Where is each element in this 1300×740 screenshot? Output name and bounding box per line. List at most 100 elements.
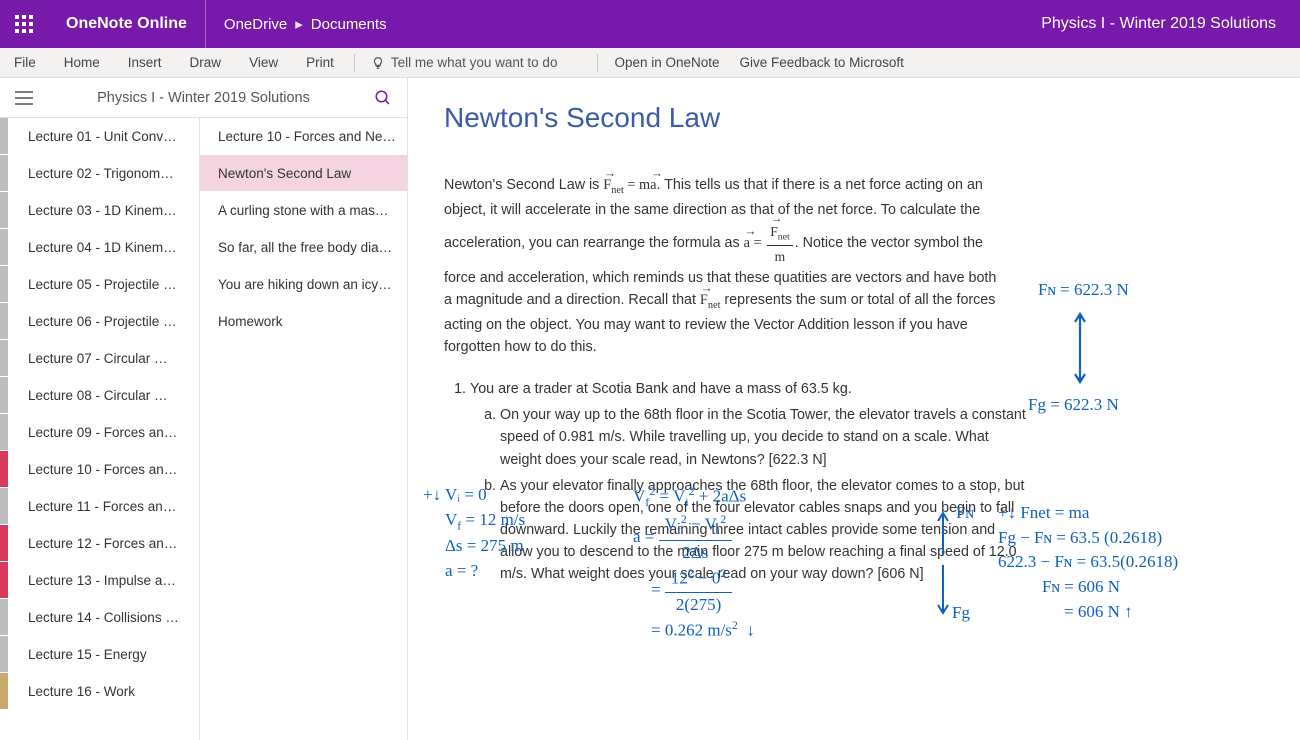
section-color-tab [0,599,8,635]
equation-a-fnet-over-m: a = Fnetm [744,235,795,251]
ink-kin-4: = 0.262 m/s2 ↓ [633,617,755,643]
search-button[interactable] [359,89,407,107]
tab-draw[interactable]: Draw [176,48,236,78]
section-item[interactable]: Lecture 07 - Circular … [0,340,199,377]
section-color-tab [0,451,8,487]
page-item[interactable]: Lecture 10 - Forces and Ne… [200,118,407,155]
section-item[interactable]: Lecture 15 - Energy [0,636,199,673]
breadcrumb-folder[interactable]: Documents [311,16,387,33]
ink-fbd2-fg: Fg [952,601,970,626]
section-color-tab [0,340,8,376]
section-item[interactable]: Lecture 13 - Impulse a… [0,562,199,599]
section-color-tab [0,562,8,598]
waffle-icon [15,15,33,33]
section-label: Lecture 09 - Forces an… [28,425,177,440]
page-item[interactable]: So far, all the free body dia… [200,229,407,266]
hamburger-icon [15,91,33,105]
section-item[interactable]: Lecture 05 - Projectile … [0,266,199,303]
nav-toggle-button[interactable] [0,91,48,105]
divider [354,54,355,72]
section-label: Lecture 16 - Work [28,684,135,699]
lightbulb-icon [371,56,385,70]
ink-fbd1-fn: Fɴ = 622.3 N [1038,278,1129,303]
tab-home[interactable]: Home [50,48,114,78]
tab-view[interactable]: View [235,48,292,78]
section-color-tab [0,155,8,191]
give-feedback-link[interactable]: Give Feedback to Microsoft [730,48,914,78]
app-launcher-button[interactable] [0,0,48,48]
tab-insert[interactable]: Insert [114,48,176,78]
section-color-tab [0,636,8,672]
page-title[interactable]: Newton's Second Law [444,102,1264,134]
divider [597,54,598,72]
symbol-fnet: Fnet [700,292,721,308]
page-item[interactable]: Homework [200,303,407,340]
section-item[interactable]: Lecture 06 - Projectile … [0,303,199,340]
section-label: Lecture 04 - 1D Kinem… [28,240,177,255]
nav-title: Physics I - Winter 2019 Solutions [48,90,359,106]
section-color-tab [0,118,8,154]
section-label: Lecture 06 - Projectile … [28,314,177,329]
problem-1[interactable]: You are a trader at Scotia Bank and have… [470,378,1030,585]
section-item[interactable]: Lecture 08 - Circular … [0,377,199,414]
section-label: Lecture 08 - Circular … [28,388,168,403]
breadcrumb[interactable]: OneDrive ▸ Documents [206,15,405,33]
section-item[interactable]: Lecture 04 - 1D Kinem… [0,229,199,266]
section-item[interactable]: Lecture 12 - Forces an… [0,525,199,562]
body-text[interactable]: Newton's Second Law is Fnet = ma. This t… [444,174,1004,358]
problem-list[interactable]: You are a trader at Scotia Bank and have… [470,378,1030,585]
section-label: Lecture 10 - Forces an… [28,462,177,477]
section-label: Lecture 11 - Forces an… [28,499,176,514]
section-item[interactable]: Lecture 09 - Forces an… [0,414,199,451]
section-label: Lecture 15 - Energy [28,647,147,662]
section-color-tab [0,488,8,524]
section-color-tab [0,192,8,228]
tell-me-search[interactable]: Tell me what you want to do [361,55,568,70]
ribbon: File Home Insert Draw View Print Tell me… [0,48,1300,78]
tab-file[interactable]: File [0,48,50,78]
ink-arrow-up-down [1070,308,1090,388]
problem-1b[interactable]: As your elevator finally approaches the … [500,475,1030,586]
page-item[interactable]: A curling stone with a mas… [200,192,407,229]
section-item[interactable]: Lecture 16 - Work [0,673,199,710]
section-label: Lecture 01 - Unit Conv… [28,129,177,144]
section-list: Lecture 01 - Unit Conv… Lecture 02 - Trig… [0,118,200,740]
text: You are a trader at Scotia Bank and have… [470,381,852,397]
section-label: Lecture 14 - Collisions … [28,610,179,625]
section-label: Lecture 07 - Circular … [28,351,168,366]
breadcrumb-root[interactable]: OneDrive [224,16,287,33]
section-color-tab [0,229,8,265]
section-item[interactable]: Lecture 10 - Forces an… [0,451,199,488]
tab-print[interactable]: Print [292,48,348,78]
section-color-tab [0,377,8,413]
section-label: Lecture 02 - Trigonom… [28,166,174,181]
section-label: Lecture 12 - Forces an… [28,536,177,551]
section-label: Lecture 13 - Impulse a… [28,573,176,588]
section-color-tab [0,673,8,709]
section-item[interactable]: Lecture 02 - Trigonom… [0,155,199,192]
section-item[interactable]: Lecture 14 - Collisions … [0,599,199,636]
problem-1a[interactable]: On your way up to the 68th floor in the … [500,404,1030,470]
open-in-onenote-link[interactable]: Open in OneNote [604,48,729,78]
tell-me-placeholder: Tell me what you want to do [391,55,558,70]
section-color-tab [0,525,8,561]
section-label: Lecture 05 - Projectile … [28,277,177,292]
notebook-title: Physics I - Winter 2019 Solutions [1041,15,1300,33]
ink-newton-5: = 606 N ↑ [998,600,1178,625]
title-bar: OneNote Online OneDrive ▸ Documents Phys… [0,0,1300,48]
section-color-tab [0,414,8,450]
page-item[interactable]: Newton's Second Law [200,155,407,192]
section-color-tab [0,266,8,302]
chevron-right-icon: ▸ [295,15,303,33]
section-item[interactable]: Lecture 01 - Unit Conv… [0,118,199,155]
section-label: Lecture 03 - 1D Kinem… [28,203,177,218]
text: Newton's Second Law is [444,177,603,193]
section-item[interactable]: Lecture 03 - 1D Kinem… [0,192,199,229]
section-color-tab [0,303,8,339]
page-canvas[interactable]: Newton's Second Law Newton's Second Law … [408,78,1300,740]
page-item[interactable]: You are hiking down an icy… [200,266,407,303]
section-item[interactable]: Lecture 11 - Forces an… [0,488,199,525]
equation-fnet-ma: Fnet = ma [603,177,656,193]
ink-fbd1-fg: Fg = 622.3 N [1028,393,1119,418]
app-name[interactable]: OneNote Online [48,0,206,48]
